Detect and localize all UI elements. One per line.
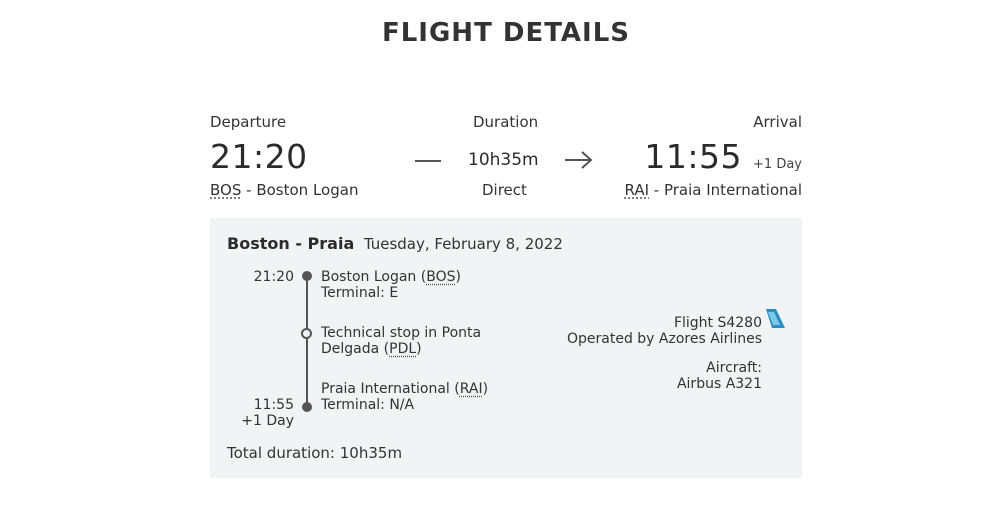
arrival-code[interactable]: RAI [625,181,650,199]
segment-departure-airport-line: Boston Logan (BOS) [321,269,461,285]
timeline-departure-dot [302,271,312,281]
departure-separator: - [246,181,252,199]
total-duration: Total duration: 10h35m [227,444,402,462]
route-title: Boston - Praia [227,234,360,253]
arrow-right-icon [565,151,593,169]
segment-departure: Boston Logan (BOS) Terminal: E [321,269,461,301]
arrival-time: 11:55 [644,137,743,176]
departure-label: Departure [210,113,287,131]
segment-technical-stop: Technical stop in Ponta Delgada (PDL) [321,325,481,357]
azores-airlines-tail-icon [766,309,785,328]
technical-stop-city: Delgada [321,341,380,357]
arrival-day-offset: +1 Day [753,157,802,172]
duration-label: Duration [473,113,539,131]
timeline-line [306,276,308,407]
technical-stop-line-1: Technical stop in Ponta [321,325,482,341]
segment-arrival-terminal: Terminal: N/A [321,397,415,413]
arrival-airport-line: RAI - Praia International [625,181,803,199]
segment-arrival: Praia International (RAI) Terminal: N/A [321,381,488,413]
timeline-stop-dot [301,328,312,339]
itinerary-header: Boston - Praia Tuesday, February 8, 2022 [227,234,563,253]
segment-arrival-code[interactable]: RAI [460,381,483,397]
itinerary-card: Boston - Praia Tuesday, February 8, 2022… [210,218,802,478]
segment-arrival-airport-line: Praia International (RAI) [321,381,489,397]
flight-summary: Departure 21:20 BOS - Boston Logan Durat… [210,113,802,203]
arrival-airport: Praia International [663,181,802,199]
departure-code[interactable]: BOS [210,181,241,199]
segment-departure-airport: Boston Logan [321,269,417,285]
total-duration-value: 10h35m [339,444,403,462]
departure-airport-line: BOS - Boston Logan [210,181,358,199]
flight-date: Tuesday, February 8, 2022 [363,235,563,253]
arrival-label: Arrival [753,113,802,131]
segment-arrival-day-offset: +1 Day [241,413,294,429]
segment-departure-code[interactable]: BOS [426,269,455,285]
flight-info: Flight S4280 Operated by Azores Airlines [567,315,762,347]
duration-value: 10h35m [468,150,539,170]
flight-details-page: FLIGHT DETAILS Departure 21:20 BOS - Bos… [0,0,1000,507]
technical-stop-code[interactable]: PDL [389,341,416,357]
aircraft-label: Aircraft: [706,360,762,376]
segment-arrival-time: 11:55 [253,397,294,413]
operated-by: Operated by Azores Airlines [567,331,762,347]
duration-dash [415,160,441,162]
segment-departure-terminal: Terminal: E [321,285,399,301]
departure-time: 21:20 [210,137,308,176]
arrival-time-group: 11:55 +1 Day [644,137,802,176]
departure-airport: Boston Logan [256,181,359,199]
timeline-arrival-dot [302,402,312,412]
aircraft-info: Aircraft: Airbus A321 [677,360,762,392]
aircraft-model: Airbus A321 [676,376,762,392]
destination-city: Praia [307,234,355,253]
arrival-separator: - [653,181,660,199]
route-separator: - [295,234,302,253]
segment-arrival-airport: Praia International [321,381,450,397]
stops-label: Direct [482,181,527,199]
technical-stop-line-2: Delgada (PDL) [321,341,422,357]
page-title: FLIGHT DETAILS [381,18,631,48]
total-duration-label: Total duration: [227,444,335,462]
segment-arrival-time-block: 11:55 +1 Day [224,397,294,429]
flight-number: Flight S4280 [673,315,762,331]
segment-departure-time: 21:20 [253,269,294,285]
origin-city: Boston [227,234,290,253]
